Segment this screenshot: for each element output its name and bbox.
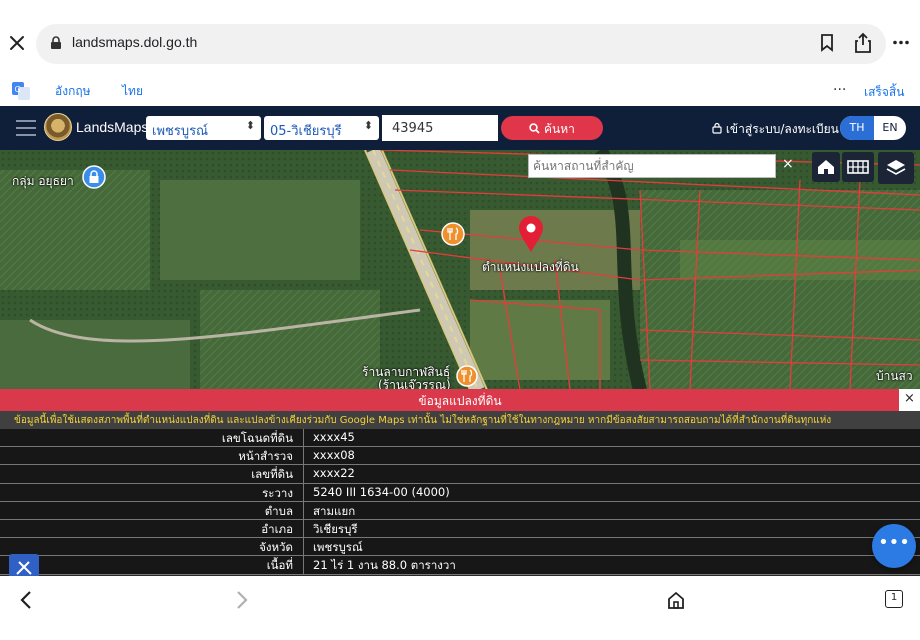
search-button[interactable]: ค้นหา [501, 116, 603, 140]
browser-bottom-bar: 1 [0, 576, 920, 640]
row-key: ระวาง [0, 483, 304, 501]
row-value: 21 ไร่ 1 งาน 88.0 ตารางวา [313, 558, 456, 573]
translate-done-button[interactable]: เสร็จสิ้น [864, 83, 904, 102]
share-icon[interactable] [854, 32, 872, 54]
login-label: เข้าสู่ระบบ/ลงทะเบียน [725, 122, 839, 136]
row-key: หน้าสำรวจ [0, 447, 304, 465]
layers-button[interactable] [878, 152, 914, 184]
lang-en-button[interactable]: EN [874, 116, 906, 140]
district-select[interactable]: 05-วิเชียรบุรี ⬍ [264, 116, 379, 140]
row-key: ตำบล [0, 501, 304, 519]
dol-logo [44, 113, 72, 141]
parcel-info-table: เลขโฉนดที่ดิน xxxx45 หน้าสำรวจ xxxx08 เลขท… [0, 429, 920, 575]
home-extent-button[interactable] [812, 152, 840, 182]
close-icon[interactable] [8, 34, 26, 52]
lock-icon [712, 122, 722, 134]
row-key: อำเภอ [0, 519, 304, 538]
bookmark-icon[interactable] [820, 34, 834, 52]
row-value: xxxx22 [313, 466, 355, 481]
address-bar[interactable]: landsmaps.dol.go.th [36, 24, 886, 64]
disclaimer-text: ข้อมูลนี้เพื่อใช้แสดงสภาพพื้นที่ตำแหน่งแ… [0, 411, 920, 429]
lang-th-button[interactable]: TH [840, 116, 874, 140]
google-translate-icon: G [12, 82, 30, 100]
row-key: จังหวัด [0, 538, 304, 556]
table-row: จังหวัด เพชรบูรณ์ [0, 538, 920, 557]
menu-icon[interactable] [16, 120, 36, 136]
translate-bar: G อังกฤษ ไทย ··· เสร็จสิ้น [0, 76, 920, 109]
table-row: เลขโฉนดที่ดิน xxxx45 [0, 429, 920, 448]
grid-button[interactable] [842, 152, 874, 182]
row-value: วิเชียรบุรี [313, 521, 358, 536]
parcel-number-input[interactable] [382, 115, 498, 141]
row-value: xxxx08 [313, 448, 355, 463]
district-value: 05-วิเชียรบุรี [270, 124, 342, 139]
more-icon[interactable] [893, 40, 909, 45]
updown-chevron-icon: ⬍ [363, 119, 373, 132]
tab-english[interactable]: อังกฤษ [55, 82, 91, 109]
screen: { "browser": { "url": "landsmaps.dol.go.… [0, 0, 920, 640]
forward-icon[interactable] [234, 590, 250, 610]
login-link[interactable]: เข้าสู่ระบบ/ลงทะเบียน [712, 120, 839, 139]
back-icon[interactable] [18, 590, 34, 610]
brand-name: LandsMaps [76, 119, 149, 135]
parcel-location-label: ตำแหน่งแปลงที่ดิน [482, 260, 579, 274]
language-toggle[interactable]: TH EN [840, 116, 906, 140]
parcel-location-pin-icon[interactable] [516, 214, 546, 254]
translate-more-icon[interactable]: ··· [833, 82, 846, 98]
province-value: เพชรบูรณ์ [152, 124, 209, 139]
search-label: ค้นหา [543, 122, 575, 136]
home-icon [818, 160, 834, 174]
province-select[interactable]: เพชรบูรณ์ ⬍ [146, 116, 261, 140]
browser-toolbar: landsmaps.dol.go.th [0, 0, 920, 76]
close-info-button[interactable]: × [899, 389, 920, 411]
tabs-icon[interactable]: 1 [885, 590, 903, 608]
table-row: เนื้อที่ 21 ไร่ 1 งาน 88.0 ตารางวา [0, 556, 920, 575]
table-row: อำเภอ วิเชียรบุรี [0, 519, 920, 539]
satellite-map[interactable]: × กลุ่ม อยุธยา ตำแหน่งแปลงที่ดิน ร้านลาบ… [0, 150, 920, 390]
lock-icon [51, 36, 61, 49]
row-value: 5240 III 1634-00 (4000) [313, 484, 450, 499]
landsmaps-header: LandsMaps เพชรบูรณ์ ⬍ 05-วิเชียรบุรี ⬍ ค… [0, 106, 920, 150]
layers-icon [886, 160, 906, 175]
table-row: หน้าสำรวจ xxxx08 [0, 447, 920, 466]
updown-chevron-icon: ⬍ [245, 119, 255, 132]
tab-thai[interactable]: ไทย [122, 82, 143, 101]
table-row: เลขที่ดิน xxxx22 [0, 465, 920, 484]
map-imagery [0, 150, 920, 390]
restaurant-marker-icon[interactable] [441, 222, 465, 246]
table-row: ระวาง 5240 III 1634-00 (4000) [0, 483, 920, 502]
clear-search-icon[interactable]: × [782, 156, 794, 172]
url-text: landsmaps.dol.go.th [72, 34, 198, 50]
right-edge-label: บ้านสว [876, 369, 913, 383]
shop-label-sub: (ร้านเจ๊วรรณ) [378, 378, 451, 390]
row-key: เลขที่ดิน [0, 465, 304, 483]
search-icon [529, 123, 540, 134]
info-panel-title: ข้อมูลแปลงที่ดิน [0, 389, 920, 411]
village-label: กลุ่ม อยุธยา [12, 174, 74, 188]
row-key: เนื้อที่ [0, 556, 304, 574]
row-value: เพชรบูรณ์ [313, 540, 363, 555]
tab-count: 1 [890, 592, 898, 603]
restaurant-marker-icon[interactable] [456, 365, 478, 387]
place-search-input[interactable] [528, 154, 776, 178]
home-icon[interactable] [666, 590, 686, 610]
grid-icon [847, 160, 869, 174]
row-value: สามแยก [313, 503, 356, 518]
svg-text:G: G [15, 85, 21, 94]
table-row: ตำบล สามแยก [0, 501, 920, 520]
poi-marker-icon[interactable] [82, 165, 106, 191]
more-actions-button[interactable]: ••• [872, 524, 916, 568]
row-value: xxxx45 [313, 430, 355, 444]
row-key: เลขโฉนดที่ดิน [0, 429, 304, 447]
